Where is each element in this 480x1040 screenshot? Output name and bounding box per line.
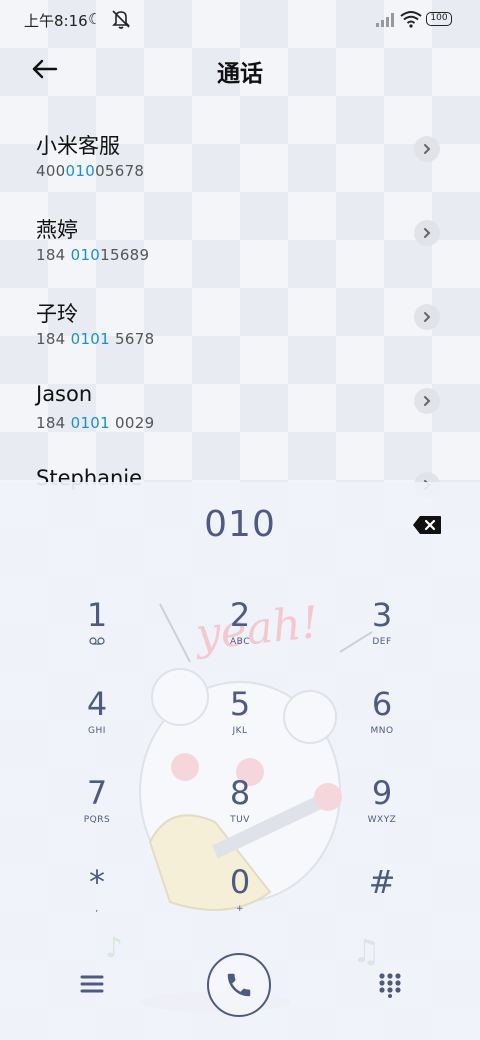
contact-name: 子玲 [36,302,78,326]
chevron-right-icon[interactable] [414,304,440,330]
list-item[interactable]: Jason 184 0101 0029 [0,382,480,466]
key-hash[interactable]: # [337,863,427,933]
chevron-right-icon[interactable] [414,136,440,162]
dialpad-icon[interactable] [378,972,402,998]
key-star[interactable]: * , [52,863,142,933]
list-item[interactable]: 燕婷 184 01015689 [0,214,480,298]
call-button[interactable] [207,953,271,1017]
menu-icon[interactable] [78,972,106,996]
backspace-icon[interactable] [412,515,442,535]
status-bar: 上午8:16 ☾ 100 [0,0,480,40]
list-item[interactable]: 小米客服 40001005678 [0,130,480,214]
key-5[interactable]: 5 JKL [195,685,285,755]
key-8[interactable]: 8 TUV [195,774,285,844]
status-time: 上午8:16 [24,12,88,30]
signal-icon [376,13,394,27]
contact-number: 184 0101 5678 [36,330,155,348]
svg-text:♫: ♫ [352,932,381,970]
contact-number: 184 01015689 [36,246,150,264]
dialer-panel: yeah! ♪ ♫ 010 1 2 ABC 3 DEF 4 GHI 5 JKL … [0,482,480,1040]
battery-indicator: 100 [426,12,452,26]
key-4[interactable]: 4 GHI [52,685,142,755]
chevron-right-icon[interactable] [414,220,440,246]
phone-icon [227,973,251,997]
dial-number-display[interactable]: 010 [0,504,480,545]
chevron-right-icon[interactable] [414,388,440,414]
list-item[interactable]: 子玲 184 0101 5678 [0,298,480,382]
key-1[interactable]: 1 [52,596,142,666]
contact-number: 40001005678 [36,162,145,180]
moon-icon: ☾ [88,10,102,28]
key-9[interactable]: 9 WXYZ [337,774,427,844]
page-title: 通话 [217,61,263,87]
contact-name: 小米客服 [36,134,120,158]
key-2[interactable]: 2 ABC [195,596,285,666]
svg-text:♪: ♪ [105,931,123,964]
wifi-icon [400,11,422,28]
key-0[interactable]: 0 + [195,863,285,933]
key-3[interactable]: 3 DEF [337,596,427,666]
key-6[interactable]: 6 MNO [337,685,427,755]
voicemail-icon [52,636,142,650]
contact-name: Jason [36,382,93,406]
key-7[interactable]: 7 PQRS [52,774,142,844]
bell-muted-icon [112,10,130,29]
contact-name: 燕婷 [36,218,78,242]
contact-number: 184 0101 0029 [36,414,155,432]
